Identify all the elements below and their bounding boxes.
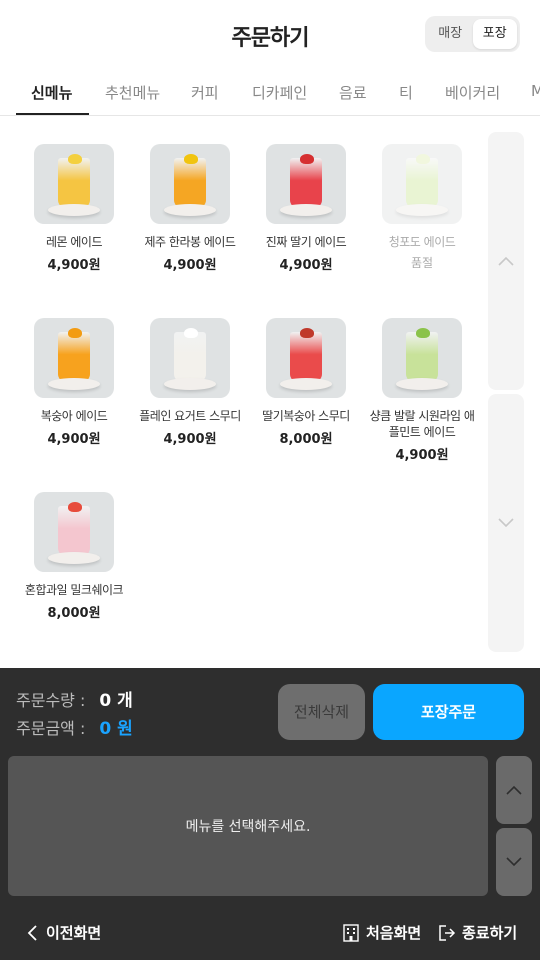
exit-icon (439, 924, 456, 941)
tab-coffee[interactable]: 커피 (191, 82, 219, 103)
menu-item[interactable]: 혼합과일 밀크쉐이크 8,000원 (16, 492, 132, 621)
prev-screen-button[interactable]: 이전화면 (26, 922, 101, 943)
takeout-order-button[interactable]: 포장주문 (373, 684, 524, 740)
menu-item-price: 4,900원 (47, 258, 101, 273)
menu-item[interactable]: 딸기복숭아 스무디 8,000원 (248, 318, 364, 447)
menu-item-price: 4,900원 (279, 258, 333, 273)
tab-new-menu[interactable]: 신메뉴 (31, 82, 72, 103)
menu-scroll-down-button[interactable] (488, 394, 524, 652)
menu-item-price: 8,000원 (47, 606, 101, 621)
menu-item-image (34, 318, 114, 398)
cart-scroll-down-button[interactable] (496, 828, 532, 896)
bottom-nav: 이전화면 처음화면 종료하기 (0, 908, 540, 960)
menu-item-price: 4,900원 (47, 432, 101, 447)
menu-item-price: 8,000원 (279, 432, 333, 447)
menu-item-image (266, 144, 346, 224)
order-amount-label: 주문금액 : (16, 719, 86, 738)
menu-item-name: 플레인 요거트 스무디 (139, 409, 241, 423)
menu-item-image (150, 144, 230, 224)
menu-item-price: 4,900원 (163, 432, 217, 447)
dine-mode-toggle[interactable]: 매장 포장 (425, 16, 520, 52)
header: 주문하기 매장 포장 (0, 0, 540, 70)
menu-item[interactable]: 레몬 에이드 4,900원 (16, 144, 132, 273)
menu-item[interactable]: 제주 한라봉 에이드 4,900원 (132, 144, 248, 273)
chevron-down-icon (506, 857, 522, 867)
tab-decaf[interactable]: 디카페인 (252, 82, 307, 103)
menu-item[interactable]: 샹큼 발랄 시원라임 애플민트 에이드 4,900원 (364, 318, 480, 463)
order-amount: 주문금액 : 0 원 (16, 714, 133, 739)
menu-item-name: 샹큼 발랄 시원라임 애플민트 에이드 (369, 409, 475, 439)
menu-item[interactable]: 플레인 요거트 스무디 4,900원 (132, 318, 248, 447)
chevron-left-icon (27, 924, 37, 941)
menu-item-name: 혼합과일 밀크쉐이크 (24, 583, 124, 597)
menu-item[interactable]: 진짜 딸기 에이드 4,900원 (248, 144, 364, 273)
chevron-up-icon (506, 785, 522, 795)
menu-scroll-up-button[interactable] (488, 132, 524, 390)
tab-more[interactable]: M (531, 82, 540, 100)
home-screen-button[interactable]: 처음화면 (342, 922, 421, 943)
cart-empty-message: 메뉴를 선택해주세요. (185, 819, 311, 835)
cart-list: 메뉴를 선택해주세요. (8, 756, 488, 896)
menu-item-name: 딸기복숭아 스무디 (262, 409, 350, 423)
menu-item[interactable]: 복숭아 에이드 4,900원 (16, 318, 132, 447)
tab-bakery[interactable]: 베이커리 (445, 82, 500, 103)
exit-label: 종료하기 (462, 924, 518, 942)
chevron-down-icon (498, 518, 514, 528)
chevron-up-icon (498, 256, 514, 266)
menu-item-image (34, 144, 114, 224)
menu-item-name: 레몬 에이드 (45, 235, 103, 249)
soldout-label: 품절 (410, 256, 434, 270)
building-icon (343, 923, 359, 942)
order-quantity-value: 0 개 (99, 691, 133, 711)
prev-screen-label: 이전화면 (46, 924, 102, 942)
exit-button[interactable]: 종료하기 (438, 922, 517, 943)
menu-item-image (382, 318, 462, 398)
menu-item-price: 4,900원 (395, 448, 449, 463)
menu-item-name: 청포도 에이드 (388, 235, 456, 249)
menu-grid: 레몬 에이드 4,900원 제주 한라봉 에이드 4,900원 진짜 딸기 에이… (0, 117, 480, 667)
menu-item-name: 진짜 딸기 에이드 (265, 235, 347, 249)
tab-tea[interactable]: 티 (399, 82, 413, 103)
menu-item-image (34, 492, 114, 572)
menu-item-name: 복숭아 에이드 (40, 409, 108, 423)
clear-all-button[interactable]: 전체삭제 (278, 684, 365, 740)
menu-item-name: 제주 한라봉 에이드 (144, 235, 236, 249)
order-quantity: 주문수량 : 0 개 (16, 686, 133, 711)
menu-item-price: 4,900원 (163, 258, 217, 273)
active-tab-indicator (16, 113, 89, 115)
menu-item-soldout: 청포도 에이드 품절 (364, 144, 480, 271)
tab-recommended[interactable]: 추천메뉴 (105, 82, 160, 103)
menu-item-image (382, 144, 462, 224)
order-quantity-label: 주문수량 : (16, 691, 86, 710)
home-screen-label: 처음화면 (366, 924, 422, 942)
cart-scroll-up-button[interactable] (496, 756, 532, 824)
menu-item-image (266, 318, 346, 398)
mode-dine-in-button[interactable]: 매장 (428, 19, 473, 49)
order-amount-value: 0 원 (99, 719, 133, 739)
category-tabs: 신메뉴 추천메뉴 커피 디카페인 음료 티 베이커리 M (0, 70, 540, 116)
order-panel: 주문수량 : 0 개 주문금액 : 0 원 전체삭제 포장주문 메뉴를 선택해주세요… (0, 668, 540, 960)
mode-takeout-button[interactable]: 포장 (472, 19, 517, 49)
menu-item-image (150, 318, 230, 398)
tab-beverage[interactable]: 음료 (339, 82, 367, 103)
